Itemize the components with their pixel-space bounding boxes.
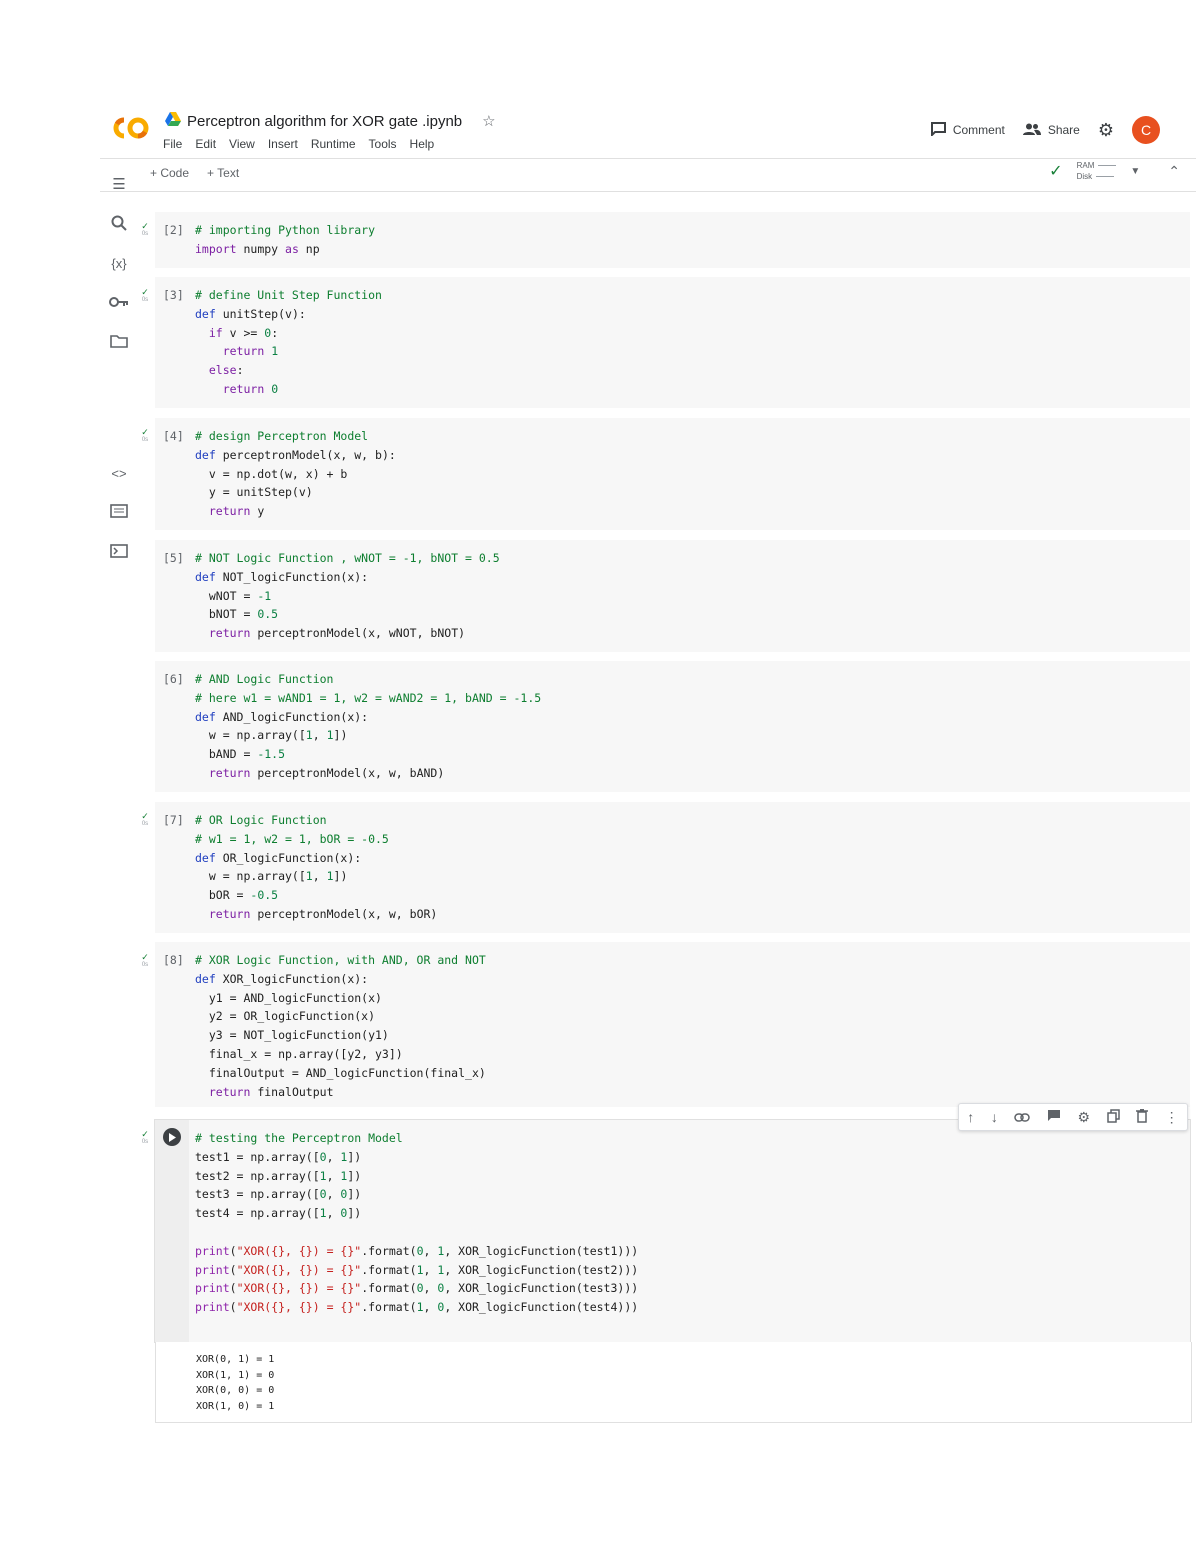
cell-code[interactable]: # AND Logic Function # here w1 = wAND1 =… bbox=[195, 670, 541, 783]
run-status-check-icon: ✓ 0s bbox=[141, 952, 149, 969]
key-icon[interactable] bbox=[108, 291, 130, 313]
cell-code[interactable]: # importing Python library import numpy … bbox=[195, 221, 375, 259]
folder-icon[interactable] bbox=[108, 330, 130, 352]
execution-count: [7] bbox=[163, 813, 184, 827]
run-status-check-icon: ✓ 0s bbox=[141, 221, 149, 238]
menu-edit[interactable]: Edit bbox=[195, 137, 216, 151]
code-cell[interactable]: [7] # OR Logic Function # w1 = 1, w2 = 1… bbox=[155, 802, 1190, 933]
header-actions: Comment Share ⚙ C bbox=[930, 116, 1160, 144]
move-up-icon[interactable]: ↑ bbox=[967, 1109, 974, 1125]
caret-down-icon[interactable]: ▼ bbox=[1130, 166, 1140, 177]
chevron-up-icon[interactable]: ⌃ bbox=[1168, 163, 1180, 180]
menu-bar: File Edit View Insert Runtime Tools Help bbox=[163, 137, 434, 151]
more-options-icon[interactable]: ⋮ bbox=[1165, 1109, 1179, 1126]
menu-insert[interactable]: Insert bbox=[268, 137, 298, 151]
execution-count: [5] bbox=[163, 551, 184, 565]
comment-button[interactable]: Comment bbox=[930, 121, 1005, 139]
star-icon[interactable]: ☆ bbox=[482, 112, 495, 130]
cell-actions-toolbar: ↑ ↓ ⚙ ⋮ bbox=[958, 1103, 1188, 1131]
menu-help[interactable]: Help bbox=[410, 137, 435, 151]
move-down-icon[interactable]: ↓ bbox=[991, 1109, 998, 1125]
add-code-button[interactable]: + Code bbox=[150, 166, 189, 180]
search-icon[interactable] bbox=[108, 212, 130, 234]
cell-code[interactable]: # define Unit Step Function def unitStep… bbox=[195, 286, 382, 399]
share-label: Share bbox=[1047, 123, 1080, 137]
gear-icon[interactable]: ⚙ bbox=[1098, 120, 1114, 141]
code-cell[interactable]: [3] # define Unit Step Function def unit… bbox=[155, 277, 1190, 408]
notebook-title[interactable]: Perceptron algorithm for XOR gate .ipynb bbox=[187, 113, 462, 130]
disk-label: Disk bbox=[1076, 172, 1093, 181]
code-cell[interactable]: [2] # importing Python library import nu… bbox=[155, 212, 1190, 268]
code-snippets-icon[interactable]: <> bbox=[108, 462, 130, 484]
execution-count: [4] bbox=[163, 429, 184, 443]
run-status-check-icon: ✓ 0s bbox=[141, 287, 149, 304]
code-cell[interactable]: [4] # design Perceptron Model def percep… bbox=[155, 418, 1190, 530]
title-row: Perceptron algorithm for XOR gate .ipynb… bbox=[165, 110, 496, 132]
toolbar-divider bbox=[100, 191, 1196, 192]
gear-icon[interactable]: ⚙ bbox=[1077, 1109, 1090, 1126]
cell-code[interactable]: # design Perceptron Model def perceptron… bbox=[195, 427, 396, 521]
connected-check-icon: ✓ bbox=[1049, 163, 1063, 180]
terminal-icon[interactable] bbox=[108, 540, 130, 562]
table-of-contents-icon[interactable]: ☰ bbox=[108, 173, 130, 195]
execution-count: [2] bbox=[163, 223, 184, 237]
play-icon bbox=[169, 1132, 176, 1142]
drive-icon bbox=[165, 111, 181, 131]
cell-output: XOR(0, 1) = 1 XOR(1, 1) = 0 XOR(0, 0) = … bbox=[155, 1342, 1192, 1423]
cell-code[interactable]: # OR Logic Function # w1 = 1, w2 = 1, bO… bbox=[195, 811, 437, 924]
execution-count: [6] bbox=[163, 672, 184, 686]
avatar[interactable]: C bbox=[1132, 116, 1160, 144]
menu-runtime[interactable]: Runtime bbox=[311, 137, 356, 151]
comment-icon bbox=[930, 121, 946, 139]
code-cell[interactable]: [5] # NOT Logic Function , wNOT = -1, bN… bbox=[155, 540, 1190, 652]
mirror-cell-icon[interactable] bbox=[1106, 1108, 1120, 1126]
colab-logo[interactable] bbox=[110, 114, 152, 142]
code-cell[interactable]: [6] # AND Logic Function # here w1 = wAN… bbox=[155, 661, 1190, 792]
people-icon bbox=[1022, 123, 1041, 138]
run-cell-button[interactable] bbox=[163, 1128, 181, 1146]
menu-view[interactable]: View bbox=[229, 137, 255, 151]
execution-count: [8] bbox=[163, 953, 184, 967]
resource-meter[interactable]: RAM Disk bbox=[1077, 160, 1117, 182]
menu-tools[interactable]: Tools bbox=[369, 137, 397, 151]
share-button[interactable]: Share bbox=[1022, 123, 1080, 138]
cell-code[interactable]: # testing the Perceptron Model test1 = n… bbox=[195, 1129, 638, 1317]
runtime-status: ✓ RAM Disk ▼ ⌃ bbox=[1049, 160, 1180, 182]
header-divider bbox=[100, 158, 1196, 159]
run-status-check-icon: ✓ 0s bbox=[141, 1129, 149, 1146]
run-status-check-icon: ✓ 0s bbox=[141, 427, 149, 444]
output-text: XOR(0, 1) = 1 XOR(1, 1) = 0 XOR(0, 0) = … bbox=[196, 1354, 275, 1412]
code-cell[interactable]: [8] # XOR Logic Function, with AND, OR a… bbox=[155, 942, 1190, 1107]
variables-icon[interactable]: {x} bbox=[108, 252, 130, 274]
cell-toolbar: + Code + Text bbox=[150, 166, 239, 180]
link-icon[interactable] bbox=[1014, 1109, 1031, 1125]
run-status-check-icon: ✓ 0s bbox=[141, 811, 149, 828]
command-palette-icon[interactable] bbox=[108, 500, 130, 522]
run-gutter bbox=[155, 1120, 189, 1342]
add-text-button[interactable]: + Text bbox=[207, 166, 239, 180]
delete-icon[interactable] bbox=[1136, 1108, 1149, 1126]
comment-icon[interactable] bbox=[1047, 1109, 1061, 1125]
menu-file[interactable]: File bbox=[163, 137, 182, 151]
comment-label: Comment bbox=[952, 123, 1005, 137]
ram-label: RAM bbox=[1076, 161, 1095, 170]
code-cell-active[interactable]: # testing the Perceptron Model test1 = n… bbox=[155, 1120, 1190, 1342]
cell-code[interactable]: # XOR Logic Function, with AND, OR and N… bbox=[195, 951, 486, 1101]
execution-count: [3] bbox=[163, 288, 184, 302]
cell-code[interactable]: # NOT Logic Function , wNOT = -1, bNOT =… bbox=[195, 549, 500, 643]
